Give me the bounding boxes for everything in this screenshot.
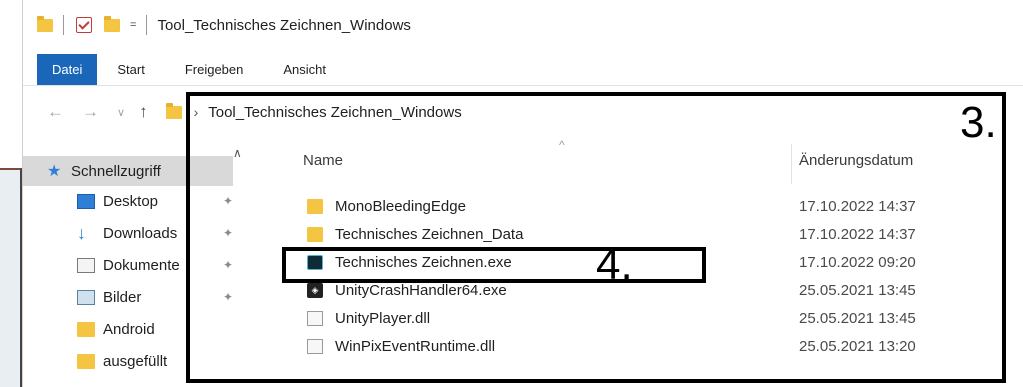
annotation-label-4: 4.	[596, 240, 633, 289]
folder-icon	[77, 353, 95, 369]
back-arrow-icon[interactable]: ←	[47, 102, 64, 122]
star-icon: ★	[47, 163, 62, 180]
forward-arrow-icon[interactable]: →	[82, 102, 99, 122]
new-folder-icon[interactable]	[104, 15, 120, 32]
properties-check-icon[interactable]	[76, 17, 92, 33]
pictures-icon	[77, 289, 95, 305]
nav-item-label: ausgefüllt	[103, 352, 168, 370]
title-bar: = Tool_Technisches Zeichnen_Windows	[23, 0, 1023, 50]
nav-item-label: Bilder	[103, 288, 142, 306]
ribbon-tabs: Datei Start Freigeben Ansicht	[23, 54, 1023, 86]
tab-start[interactable]: Start	[97, 54, 164, 85]
folder-icon	[165, 102, 182, 119]
tab-ansicht[interactable]: Ansicht	[263, 54, 346, 85]
quick-access-dropdown-icon[interactable]: =	[130, 19, 136, 31]
title-separator-2	[146, 15, 148, 35]
annotation-label-3: 3.	[960, 98, 997, 147]
window-title: Tool_Technisches Zeichnen_Windows	[157, 16, 411, 34]
annotation-box-4	[282, 247, 706, 283]
nav-item-label: Dokumente	[103, 256, 180, 274]
recent-locations-chevron-icon[interactable]: ∨	[117, 106, 125, 119]
nav-item-label: Desktop	[103, 192, 159, 210]
up-arrow-icon[interactable]: ↑	[139, 102, 148, 122]
nav-item-label: Android	[103, 320, 155, 338]
desktop-icon	[77, 193, 95, 209]
title-separator	[63, 15, 64, 35]
background-window-edge	[0, 168, 22, 387]
document-icon	[77, 257, 95, 273]
folder-icon	[77, 321, 95, 337]
tab-datei[interactable]: Datei	[37, 54, 98, 85]
nav-item-label: Schnellzugriff	[71, 162, 161, 180]
annotation-box-3	[186, 92, 1006, 383]
nav-item-label: Downloads	[103, 224, 178, 242]
folder-icon	[37, 15, 53, 32]
tab-freigeben[interactable]: Freigeben	[165, 54, 264, 85]
download-icon: ↓	[77, 222, 86, 243]
